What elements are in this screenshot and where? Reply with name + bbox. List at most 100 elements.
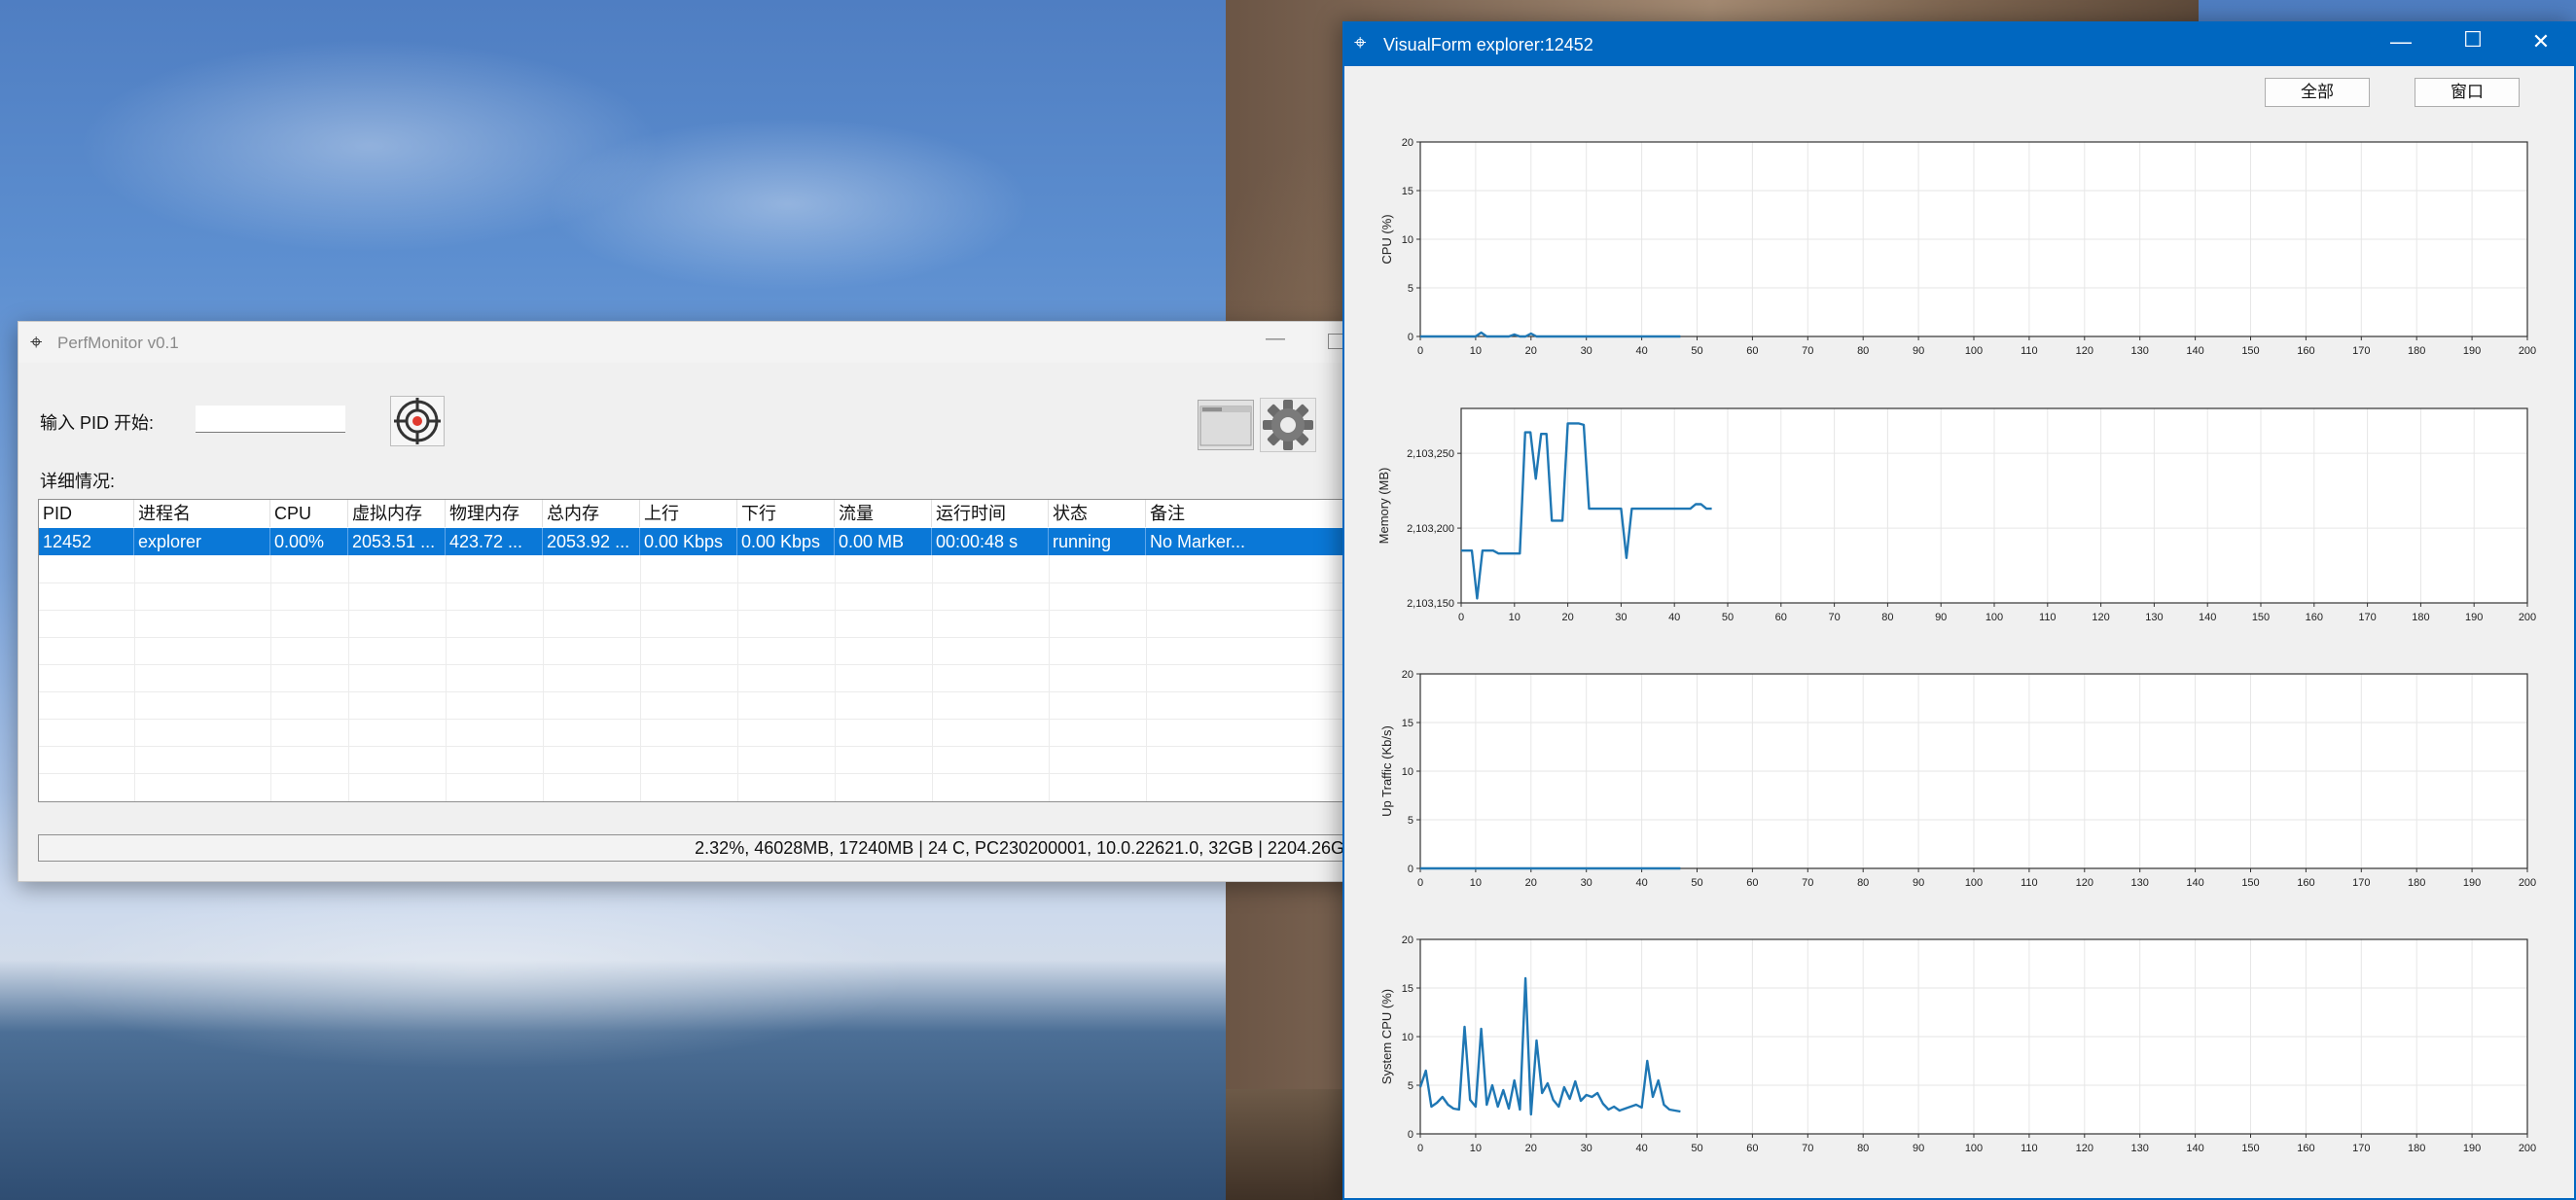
x-tick-label: 80 bbox=[1857, 1143, 1869, 1154]
y-axis-label: Memory (MB) bbox=[1377, 468, 1391, 545]
x-tick-label: 100 bbox=[1986, 612, 2003, 623]
x-tick-label: 50 bbox=[1691, 1143, 1702, 1154]
charts-area: 0 10 20 30 40 50 60 70 80 90 100 110 120 130 140 150 160… bbox=[1377, 137, 2536, 1154]
x-tick-label: 40 bbox=[1635, 1143, 1647, 1154]
x-tick-label: 100 bbox=[1965, 877, 1983, 889]
x-tick-label: 150 bbox=[2241, 1143, 2259, 1154]
maximize-icon[interactable]: ☐ bbox=[2453, 27, 2492, 53]
col-gridline bbox=[835, 555, 836, 801]
x-tick-label: 0 bbox=[1417, 1143, 1423, 1154]
x-tick-label: 50 bbox=[1722, 612, 1734, 623]
y-tick-label: 15 bbox=[1402, 718, 1413, 729]
x-tick-label: 0 bbox=[1417, 877, 1423, 889]
x-tick-label: 100 bbox=[1965, 1143, 1983, 1154]
cell-status: running bbox=[1049, 528, 1146, 555]
y-tick-label: 2,103,150 bbox=[1407, 598, 1454, 610]
cell-notes: No Marker... bbox=[1146, 528, 1364, 555]
x-tick-label: 160 bbox=[2297, 1143, 2314, 1154]
x-tick-label: 70 bbox=[1802, 877, 1813, 889]
x-tick-label: 160 bbox=[2297, 877, 2314, 889]
minimize-icon[interactable]: — bbox=[2381, 29, 2420, 54]
column-header-total-memory[interactable]: 总内存 bbox=[543, 500, 640, 527]
x-tick-label: 200 bbox=[2519, 612, 2536, 623]
col-gridline bbox=[932, 555, 933, 801]
y-tick-label: 0 bbox=[1408, 1129, 1413, 1141]
column-header-physical-memory[interactable]: 物理内存 bbox=[446, 500, 543, 527]
minimize-icon[interactable]: — bbox=[1266, 328, 1285, 350]
row-gridline bbox=[39, 746, 1364, 747]
row-gridline bbox=[39, 719, 1364, 720]
column-header-pid[interactable]: PID bbox=[39, 500, 134, 527]
perfmonitor-titlebar[interactable]: ⌖ PerfMonitor v0.1 — bbox=[18, 322, 1361, 363]
column-header-download[interactable]: 下行 bbox=[737, 500, 835, 527]
cell-upload: 0.00 Kbps bbox=[640, 528, 737, 555]
x-tick-label: 30 bbox=[1615, 612, 1627, 623]
x-tick-label: 190 bbox=[2465, 612, 2483, 623]
y-tick-label: 10 bbox=[1402, 234, 1413, 246]
column-header-virtual-memory[interactable]: 虚拟内存 bbox=[348, 500, 446, 527]
table-header: PID 进程名 CPU 虚拟内存 物理内存 总内存 上行 下行 流量 运行时间 … bbox=[39, 500, 1364, 527]
pid-input[interactable] bbox=[196, 406, 345, 433]
settings-button[interactable] bbox=[1260, 398, 1316, 452]
x-tick-label: 90 bbox=[1913, 345, 1924, 357]
details-label: 详细情况: bbox=[40, 472, 116, 491]
close-icon[interactable]: ✕ bbox=[2522, 29, 2560, 54]
x-tick-label: 20 bbox=[1525, 345, 1537, 357]
column-header-process-name[interactable]: 进程名 bbox=[134, 500, 270, 527]
x-tick-label: 30 bbox=[1581, 877, 1592, 889]
y-tick-label: 15 bbox=[1402, 186, 1413, 197]
x-tick-label: 60 bbox=[1746, 345, 1758, 357]
x-tick-label: 10 bbox=[1470, 345, 1482, 357]
table-row[interactable]: 12452 explorer 0.00% 2053.51 ... 423.72 … bbox=[39, 528, 1364, 555]
y-tick-label: 5 bbox=[1408, 1080, 1413, 1092]
x-tick-label: 40 bbox=[1635, 345, 1647, 357]
cloud bbox=[545, 117, 1031, 292]
y-axis-label: System CPU (%) bbox=[1379, 989, 1394, 1084]
y-tick-label: 2,103,250 bbox=[1407, 448, 1454, 460]
y-axis-label: Up Traffic (Kb/s) bbox=[1379, 725, 1394, 817]
x-tick-label: 140 bbox=[2199, 612, 2216, 623]
x-tick-label: 70 bbox=[1802, 1143, 1813, 1154]
x-tick-label: 120 bbox=[2076, 877, 2093, 889]
x-tick-label: 150 bbox=[2241, 345, 2259, 357]
y-tick-label: 20 bbox=[1402, 935, 1413, 946]
x-tick-label: 140 bbox=[2186, 345, 2203, 357]
cell-runtime: 00:00:48 s bbox=[932, 528, 1049, 555]
x-tick-label: 190 bbox=[2463, 877, 2481, 889]
x-tick-label: 10 bbox=[1470, 1143, 1482, 1154]
x-tick-label: 20 bbox=[1525, 1143, 1537, 1154]
column-header-notes[interactable]: 备注 bbox=[1146, 500, 1364, 527]
x-tick-label: 150 bbox=[2252, 612, 2270, 623]
x-tick-label: 180 bbox=[2408, 345, 2425, 357]
column-header-status[interactable]: 状态 bbox=[1049, 500, 1146, 527]
column-header-traffic[interactable]: 流量 bbox=[835, 500, 932, 527]
visualform-titlebar[interactable]: ⌖ VisualForm explorer:12452 — ☐ ✕ bbox=[1344, 23, 2574, 66]
col-gridline bbox=[543, 555, 544, 801]
x-tick-label: 120 bbox=[2076, 1143, 2093, 1154]
y-tick-label: 0 bbox=[1408, 864, 1413, 875]
maximize-icon[interactable] bbox=[1328, 334, 1343, 349]
window-title: PerfMonitor v0.1 bbox=[57, 334, 179, 352]
start-target-button[interactable] bbox=[390, 396, 445, 446]
x-tick-label: 70 bbox=[1828, 612, 1840, 623]
x-tick-label: 170 bbox=[2352, 1143, 2370, 1154]
x-tick-label: 50 bbox=[1691, 877, 1702, 889]
x-tick-label: 130 bbox=[2145, 612, 2163, 623]
cloud bbox=[39, 875, 914, 1070]
x-tick-label: 110 bbox=[2039, 612, 2057, 623]
y-tick-label: 0 bbox=[1408, 332, 1413, 343]
app-icon: ⌖ bbox=[30, 330, 43, 354]
x-tick-label: 90 bbox=[1913, 1143, 1924, 1154]
column-header-cpu[interactable]: CPU bbox=[270, 500, 348, 527]
row-gridline bbox=[39, 664, 1364, 665]
column-header-upload[interactable]: 上行 bbox=[640, 500, 737, 527]
window-view-button[interactable] bbox=[1198, 400, 1254, 450]
x-tick-label: 150 bbox=[2241, 877, 2259, 889]
x-tick-label: 10 bbox=[1470, 877, 1482, 889]
col-gridline bbox=[1049, 555, 1050, 801]
column-header-runtime[interactable]: 运行时间 bbox=[932, 500, 1049, 527]
y-tick-label: 5 bbox=[1408, 815, 1413, 827]
x-tick-label: 170 bbox=[2352, 877, 2370, 889]
process-table: PID 进程名 CPU 虚拟内存 物理内存 总内存 上行 下行 流量 运行时间 … bbox=[38, 499, 1365, 802]
x-tick-label: 30 bbox=[1581, 345, 1592, 357]
